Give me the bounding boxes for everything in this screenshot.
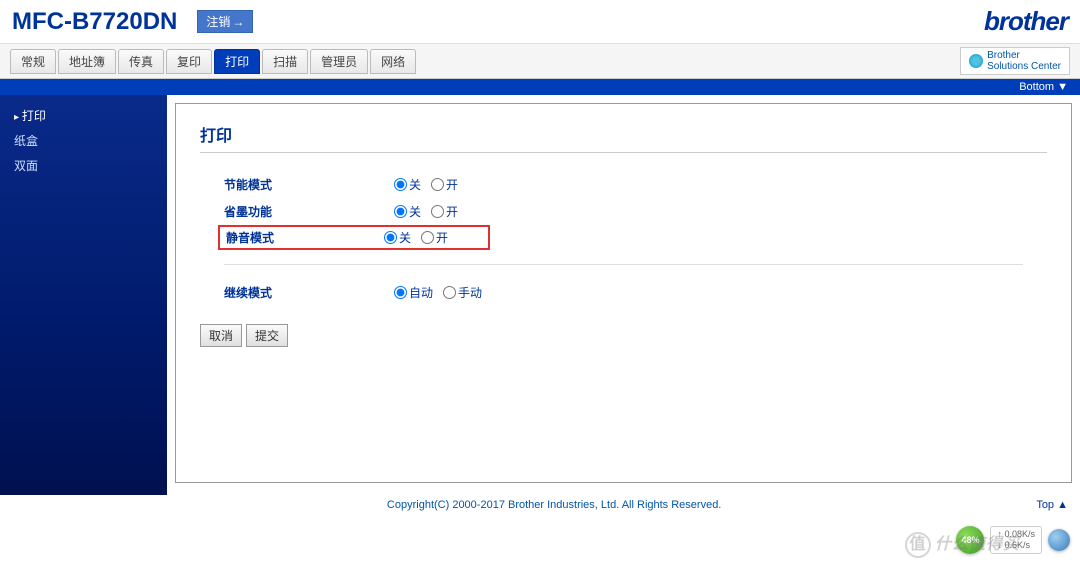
form-options: 关开 (394, 176, 458, 193)
radio-input[interactable] (421, 231, 434, 244)
tab-2[interactable]: 传真 (118, 49, 164, 74)
tab-4[interactable]: 打印 (214, 49, 260, 74)
solutions-icon (969, 54, 983, 68)
radio-input[interactable] (394, 178, 407, 191)
tab-0[interactable]: 常规 (10, 49, 56, 74)
radio-option-1[interactable]: 开 (431, 176, 458, 193)
form-label: 节能模式 (224, 176, 394, 193)
radio-input[interactable] (394, 205, 407, 218)
submit-button[interactable]: 提交 (246, 324, 288, 347)
watermark-icon: 值 (905, 532, 931, 558)
top-link[interactable]: Top ▲ (1036, 499, 1068, 511)
solutions-line1: Brother (987, 50, 1020, 61)
footer: Copyright(C) 2000-2017 Brother Industrie… (0, 495, 1080, 515)
network-stats: 0.08K/s 0.6K/s (990, 526, 1042, 554)
radio-option-0[interactable]: 自动 (394, 284, 433, 301)
content-panel: 打印 节能模式关开省墨功能关开静音模式关开继续模式自动手动 取消 提交 (175, 103, 1072, 483)
upload-speed: 0.08K/s (997, 529, 1035, 540)
copyright-text: Copyright(C) 2000-2017 Brother Industrie… (72, 499, 1036, 511)
content-wrap: 打印 节能模式关开省墨功能关开静音模式关开继续模式自动手动 取消 提交 (167, 95, 1080, 495)
form-label: 静音模式 (220, 229, 384, 246)
radio-option-1[interactable]: 开 (421, 229, 448, 246)
tab-3[interactable]: 复印 (166, 49, 212, 74)
sidebar-item-2[interactable]: 双面 (0, 153, 167, 178)
cancel-button[interactable]: 取消 (200, 324, 242, 347)
assistant-badge[interactable] (1048, 529, 1070, 551)
radio-input[interactable] (443, 286, 456, 299)
sidebar: 打印纸盒双面 (0, 95, 167, 495)
form-options: 关开 (394, 203, 458, 220)
bottom-link[interactable]: Bottom ▼ (0, 79, 1080, 95)
radio-option-1[interactable]: 手动 (443, 284, 482, 301)
sidebar-item-0[interactable]: 打印 (0, 103, 167, 128)
model-name: MFC-B7720DN (12, 8, 177, 36)
form-label: 继续模式 (224, 284, 394, 301)
radio-option-0[interactable]: 关 (384, 229, 411, 246)
tab-5[interactable]: 扫描 (262, 49, 308, 74)
form-buttons: 取消 提交 (200, 324, 1047, 347)
form-options: 关开 (384, 229, 448, 246)
brand-logo: brother (984, 6, 1068, 37)
radio-option-0[interactable]: 关 (394, 176, 421, 193)
radio-input[interactable] (431, 178, 444, 191)
page-title: 打印 (200, 122, 1047, 153)
system-floaters: 48% 0.08K/s 0.6K/s (956, 526, 1070, 554)
divider (224, 264, 1023, 265)
form-row-2: 静音模式关开 (218, 225, 490, 250)
radio-input[interactable] (431, 205, 444, 218)
radio-input[interactable] (394, 286, 407, 299)
solutions-line2: Solutions Center (987, 61, 1061, 72)
form-label: 省墨功能 (224, 203, 394, 220)
radio-option-0[interactable]: 关 (394, 203, 421, 220)
tab-6[interactable]: 管理员 (310, 49, 368, 74)
solutions-center-link[interactable]: Brother Solutions Center (960, 47, 1070, 75)
form-row-3: 继续模式自动手动 (200, 279, 1047, 306)
header: MFC-B7720DN 注销 brother (0, 0, 1080, 44)
logout-button[interactable]: 注销 (197, 10, 253, 33)
form-row-1: 省墨功能关开 (200, 198, 1047, 225)
form-row-0: 节能模式关开 (200, 171, 1047, 198)
download-speed: 0.6K/s (997, 540, 1035, 551)
tab-1[interactable]: 地址簿 (58, 49, 116, 74)
radio-input[interactable] (384, 231, 397, 244)
sidebar-item-1[interactable]: 纸盒 (0, 128, 167, 153)
radio-option-1[interactable]: 开 (431, 203, 458, 220)
main: 打印纸盒双面 打印 节能模式关开省墨功能关开静音模式关开继续模式自动手动 取消 … (0, 95, 1080, 495)
tab-7[interactable]: 网络 (370, 49, 416, 74)
form-options: 自动手动 (394, 284, 482, 301)
percent-badge[interactable]: 48% (956, 526, 984, 554)
tab-bar: 常规地址簿传真复印打印扫描管理员网络 Brother Solutions Cen… (0, 44, 1080, 79)
